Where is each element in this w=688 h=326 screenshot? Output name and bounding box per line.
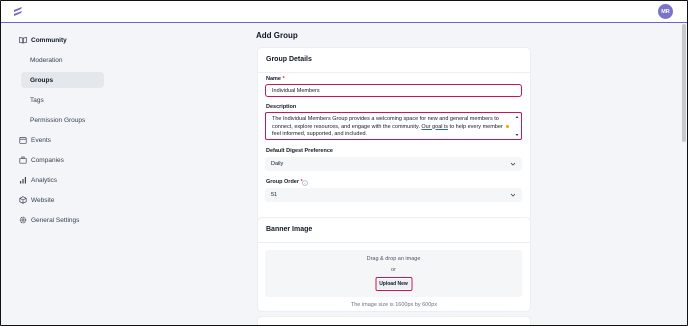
description-spellcheck-underline: Our goal is: [421, 123, 449, 130]
card-title: Group Details: [266, 56, 312, 63]
sidebar-item-label: Companies: [31, 156, 64, 164]
bar-chart-icon: [19, 176, 27, 184]
order-label: Group Order *: [266, 179, 303, 185]
info-circle-icon[interactable]: [302, 180, 308, 186]
group-order-select[interactable]: 51: [265, 188, 522, 202]
sidebar-item-permission-groups[interactable]: Permission Groups: [21, 112, 104, 128]
calendar-icon: [19, 136, 27, 144]
textarea-scroll-arrows-icon[interactable]: [515, 115, 519, 137]
card-title: Banner Image: [266, 226, 313, 233]
chevron-down-icon: [510, 162, 516, 166]
name-label: Name *: [266, 76, 285, 82]
page-title: Add Group: [256, 31, 298, 40]
divider: [258, 72, 530, 73]
book-open-icon: [19, 36, 27, 44]
description-label: Description: [266, 104, 297, 110]
sidebar-item-label: General Settings: [31, 216, 80, 224]
user-avatar[interactable]: MR: [658, 4, 673, 19]
banner-image-card: Banner Image Drag & drop an image or Upl…: [257, 217, 531, 312]
sidebar-item-label: Tags: [30, 96, 44, 104]
digest-label: Default Digest Preference: [266, 148, 333, 154]
page-scrollbar[interactable]: [682, 24, 686, 142]
description-textarea[interactable]: The Individual Members Group provides a …: [265, 112, 522, 140]
sidebar-item-label: Analytics: [31, 176, 58, 184]
sidebar-item-events[interactable]: Events: [19, 132, 51, 148]
dropzone-or: or: [391, 267, 396, 273]
sidebar-item-analytics[interactable]: Analytics: [19, 172, 57, 188]
group-details-card: Group Details Name * Individual Members …: [257, 47, 531, 233]
sidebar-item-general-settings[interactable]: General Settings: [19, 212, 79, 228]
sidebar-item-community[interactable]: Community: [19, 32, 67, 48]
app-window: MR Community Moderation Groups Tags Perm…: [0, 0, 688, 326]
sidebar-item-website[interactable]: Website: [19, 192, 54, 208]
name-input-value: Individual Members: [272, 87, 320, 94]
main-content: Add Group Group Details Name * Individua…: [233, 24, 687, 325]
sidebar-item-moderation[interactable]: Moderation: [21, 52, 104, 68]
sidebar-item-label: Groups: [30, 76, 54, 84]
next-card: [257, 316, 531, 325]
gear-icon: [19, 216, 27, 224]
upload-new-button[interactable]: Upload New: [375, 277, 412, 291]
name-label-text: Name: [266, 76, 281, 82]
sidebar-item-label: Website: [31, 196, 55, 204]
digest-select[interactable]: Daily: [265, 157, 522, 171]
sidebar-item-label: Community: [31, 36, 67, 44]
sidebar: Community Moderation Groups Tags Permiss…: [1, 24, 233, 325]
upload-new-label: Upload New: [376, 279, 411, 289]
image-dropzone[interactable]: Drag & drop an image or Upload New: [265, 250, 522, 297]
group-order-value: 51: [271, 192, 278, 198]
order-label-text: Group Order: [266, 179, 300, 185]
chevron-down-icon: [510, 193, 516, 197]
sidebar-item-companies[interactable]: Companies: [19, 152, 64, 168]
image-size-hint: The image size is 1600px by 600px: [350, 302, 438, 308]
sidebar-item-label: Permission Groups: [30, 116, 86, 124]
required-mark: *: [282, 76, 285, 82]
briefcase-icon: [19, 156, 27, 164]
name-input[interactable]: Individual Members: [265, 84, 522, 97]
cube-icon: [19, 196, 27, 204]
app-logo-icon[interactable]: [12, 6, 24, 18]
sidebar-item-label: Events: [31, 136, 51, 144]
digest-select-value: Daily: [271, 161, 284, 167]
sidebar-item-label: Moderation: [30, 56, 63, 64]
top-bar: MR: [1, 1, 687, 23]
dropzone-instruction: Drag & drop an image: [366, 256, 421, 262]
sidebar-item-tags[interactable]: Tags: [21, 92, 104, 108]
sidebar-item-groups[interactable]: Groups: [21, 72, 104, 88]
divider: [258, 242, 530, 243]
grammar-indicator-icon[interactable]: [506, 125, 509, 128]
